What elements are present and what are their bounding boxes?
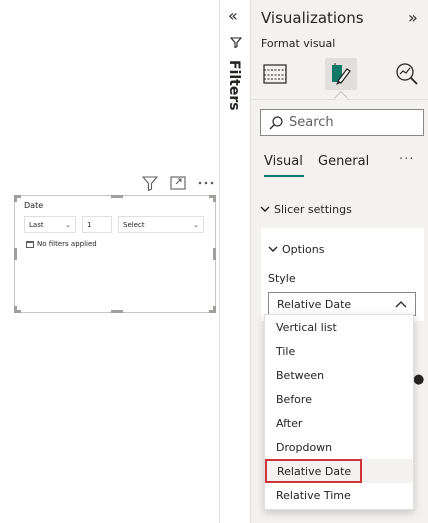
chevron-down-icon: ⌄ xyxy=(65,220,71,229)
dropdown-option-dropdown[interactable]: Dropdown xyxy=(265,435,413,459)
pane-title: Visualizations xyxy=(261,9,364,27)
magnifier-chart-icon xyxy=(396,63,418,85)
resize-handle[interactable] xyxy=(111,310,123,313)
dropdown-option-between[interactable]: Between xyxy=(265,363,413,387)
app-root: Date Last ⌄ 1 Select ⌄ No filters applie… xyxy=(0,0,428,523)
resize-handle[interactable] xyxy=(213,248,216,260)
date-slicer-visual[interactable]: Date Last ⌄ 1 Select ⌄ No filters applie… xyxy=(14,195,216,313)
period-select-value: Last xyxy=(29,220,44,229)
options-card: Options Style Relative Date xyxy=(261,228,424,321)
toggle-icon[interactable]: ● xyxy=(413,372,424,387)
style-dropdown-list: Vertical list Tile Between Before After … xyxy=(264,314,414,510)
calendar-icon xyxy=(26,240,34,248)
slicer-settings-section[interactable]: Slicer settings xyxy=(260,203,352,216)
report-canvas[interactable]: Date Last ⌄ 1 Select ⌄ No filters applie… xyxy=(0,0,219,523)
filters-pane-collapsed[interactable]: « Filters xyxy=(219,0,250,523)
visual-header xyxy=(140,174,216,192)
resize-handle[interactable] xyxy=(111,195,123,198)
search-icon xyxy=(269,115,283,129)
relative-date-controls: Last ⌄ 1 Select ⌄ xyxy=(24,216,204,233)
count-input[interactable]: 1 xyxy=(82,216,112,233)
tab-visual[interactable]: Visual xyxy=(264,154,303,169)
chevron-down-icon: ⌄ xyxy=(193,220,199,229)
dropdown-option-after[interactable]: After xyxy=(265,411,413,435)
chevron-up-icon xyxy=(395,301,407,308)
style-select[interactable]: Relative Date xyxy=(268,292,416,316)
style-select-value: Relative Date xyxy=(277,297,352,311)
search-input[interactable] xyxy=(289,115,419,130)
style-label: Style xyxy=(268,272,296,285)
analytics-tab[interactable] xyxy=(391,58,423,90)
filter-icon[interactable] xyxy=(140,174,160,192)
collapse-left-icon[interactable]: « xyxy=(228,6,238,25)
dropdown-option-relative-time[interactable]: Relative Time xyxy=(265,483,413,507)
filters-pane-label: Filters xyxy=(226,60,242,111)
resize-handle[interactable] xyxy=(213,306,216,313)
paintbrush-icon xyxy=(332,63,351,85)
dropdown-option-tile[interactable]: Tile xyxy=(265,339,413,363)
tab-general[interactable]: General xyxy=(318,154,369,169)
focus-mode-icon[interactable] xyxy=(168,174,188,192)
slicer-status: No filters applied xyxy=(26,240,97,248)
pane-subtitle: Format visual xyxy=(261,37,336,50)
table-grid-icon xyxy=(263,64,287,84)
options-header[interactable]: Options xyxy=(268,243,324,256)
slicer-empty-message: No filters applied xyxy=(37,240,97,248)
more-options-icon[interactable] xyxy=(196,174,216,192)
section-label: Slicer settings xyxy=(274,203,352,216)
resize-handle[interactable] xyxy=(14,195,17,202)
build-visual-tab[interactable] xyxy=(259,58,291,90)
expand-right-icon[interactable]: » xyxy=(408,8,418,27)
dropdown-option-vertical-list[interactable]: Vertical list xyxy=(265,315,413,339)
chevron-down-icon xyxy=(260,206,270,212)
slicer-title: Date xyxy=(24,201,44,210)
options-title: Options xyxy=(282,243,325,256)
funnel-icon xyxy=(229,37,243,51)
resize-handle[interactable] xyxy=(213,195,216,202)
resize-handle[interactable] xyxy=(14,248,17,260)
period-select[interactable]: Last ⌄ xyxy=(24,216,76,233)
search-box[interactable] xyxy=(260,109,424,136)
more-options-button[interactable]: ··· xyxy=(399,152,414,167)
unit-select-value: Select xyxy=(123,220,145,229)
chevron-down-icon xyxy=(268,246,278,252)
count-input-value: 1 xyxy=(87,220,92,229)
active-tab-indicator xyxy=(264,175,304,177)
resize-handle[interactable] xyxy=(14,306,17,313)
unit-select[interactable]: Select ⌄ xyxy=(118,216,204,233)
dropdown-option-before[interactable]: Before xyxy=(265,387,413,411)
format-visual-tab[interactable] xyxy=(325,58,357,90)
dropdown-option-relative-date[interactable]: Relative Date xyxy=(265,459,362,483)
